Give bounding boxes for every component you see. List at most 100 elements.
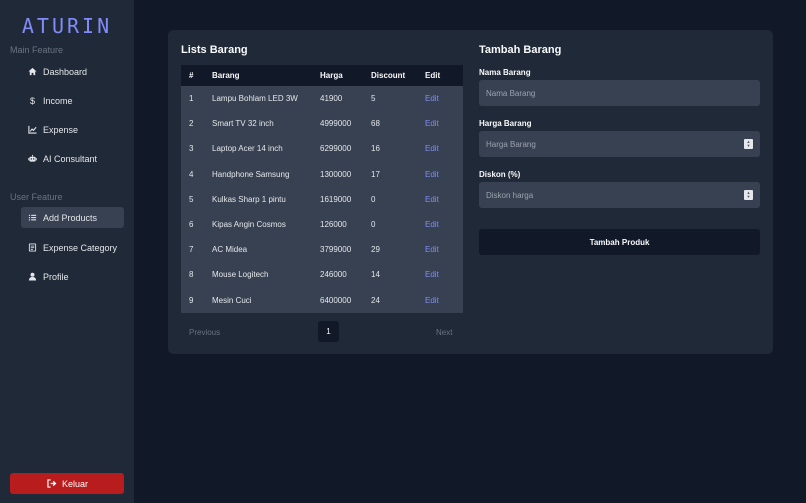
edit-link[interactable]: Edit	[417, 86, 463, 111]
product-price: 3799000	[320, 245, 352, 255]
sidebar-item-expense-category[interactable]: Expense Category	[21, 237, 124, 258]
column-header-number: #	[189, 71, 194, 80]
row-number: 3	[189, 144, 194, 154]
name-field-label: Nama Barang	[479, 68, 531, 77]
product-discount: 0	[371, 220, 376, 230]
sidebar-item-label: Add Products	[43, 212, 98, 223]
edit-link[interactable]: Edit	[417, 162, 463, 187]
home-icon	[25, 67, 40, 76]
table-row: 4 Handphone Samsung 1300000 17 Edit	[181, 161, 463, 187]
robot-icon	[25, 154, 40, 163]
table-row: 3 Laptop Acer 14 inch 6299000 16 Edit	[181, 136, 463, 162]
column-header-barang: Barang	[212, 71, 240, 80]
table-row: 5 Kulkas Sharp 1 pintu 1619000 0 Edit	[181, 186, 463, 212]
edit-link[interactable]: Edit	[417, 111, 463, 136]
form-title: Tambah Barang	[479, 44, 562, 56]
document-icon	[25, 243, 40, 252]
product-price-input[interactable]	[479, 131, 760, 157]
product-price: 4999000	[320, 119, 352, 129]
column-header-harga: Harga	[320, 71, 343, 80]
product-price: 6400000	[320, 295, 352, 305]
edit-link[interactable]: Edit	[417, 288, 463, 313]
price-spinner-icon[interactable]: ▲ ▼	[744, 139, 753, 149]
logout-button[interactable]: Keluar	[10, 473, 124, 494]
sidebar-item-label: Profile	[43, 271, 69, 282]
row-number: 1	[189, 94, 194, 104]
column-header-edit: Edit	[425, 71, 441, 80]
row-number: 4	[189, 169, 194, 179]
discount-field-label: Diskon (%)	[479, 170, 521, 179]
sidebar-item-income[interactable]: $ Income	[21, 90, 124, 111]
row-number: 6	[189, 220, 194, 230]
product-name: Handphone Samsung	[212, 169, 290, 179]
sidebar-item-label: Expense Category	[43, 242, 118, 253]
table-row: 1 Lampu Bohlam LED 3W 41900 5 Edit	[181, 86, 463, 112]
product-name: AC Midea	[212, 245, 248, 255]
product-discount-input[interactable]	[479, 182, 760, 208]
sidebar-item-label: Expense	[43, 124, 79, 135]
app-logo[interactable]: ATURIN	[0, 14, 134, 38]
discount-spinner-icon[interactable]: ▲ ▼	[744, 190, 753, 200]
chart-line-icon	[25, 125, 40, 134]
row-number: 9	[189, 295, 194, 305]
products-card: Lists Barang # Barang Harga Discount Edi…	[168, 30, 773, 354]
sidebar-item-profile[interactable]: Profile	[21, 266, 124, 287]
edit-link[interactable]: Edit	[417, 262, 463, 287]
product-name: Laptop Acer 14 inch	[212, 144, 283, 154]
sidebar-item-add-products[interactable]: Add Products	[21, 207, 124, 228]
section-label-main: Main Feature	[10, 45, 64, 55]
product-name: Lampu Bohlam LED 3W	[212, 94, 298, 104]
product-price: 41900	[320, 94, 343, 104]
product-name: Kulkas Sharp 1 pintu	[212, 194, 286, 204]
sidebar-item-label: Dashboard	[43, 66, 88, 77]
dollar-icon: $	[29, 95, 35, 106]
product-price: 1300000	[320, 169, 352, 179]
price-field-label: Harga Barang	[479, 119, 532, 128]
user-icon	[25, 272, 40, 281]
pagination-next[interactable]: Next	[436, 328, 452, 337]
pagination-previous[interactable]: Previous	[189, 328, 220, 337]
edit-link[interactable]: Edit	[417, 212, 463, 237]
table-row: 2 Smart TV 32 inch 4999000 68 Edit	[181, 111, 463, 137]
product-price: 126000	[320, 220, 347, 230]
table-row: 7 AC Midea 3799000 29 Edit	[181, 237, 463, 263]
logout-label: Keluar	[61, 478, 88, 489]
product-price: 1619000	[320, 194, 352, 204]
product-price: 246000	[320, 270, 347, 280]
table-row: 8 Mouse Logitech 246000 14 Edit	[181, 262, 463, 288]
product-discount: 0	[371, 194, 376, 204]
list-icon	[25, 213, 40, 222]
product-discount: 14	[371, 270, 380, 280]
table-row: 9 Mesin Cuci 6400000 24 Edit	[181, 287, 463, 313]
row-number: 7	[189, 245, 194, 255]
product-discount: 17	[371, 169, 380, 179]
product-discount: 5	[371, 94, 376, 104]
product-price: 6299000	[320, 144, 352, 154]
row-number: 2	[189, 119, 194, 129]
edit-link[interactable]: Edit	[417, 237, 463, 262]
product-discount: 16	[371, 144, 380, 154]
edit-link[interactable]: Edit	[417, 136, 463, 161]
product-discount: 68	[371, 119, 380, 129]
add-product-button[interactable]: Tambah Produk	[479, 229, 760, 255]
pagination-page-1[interactable]: 1	[318, 321, 339, 342]
sign-out-icon	[46, 479, 58, 488]
product-discount: 29	[371, 245, 380, 255]
sidebar-item-dashboard[interactable]: Dashboard	[21, 61, 124, 82]
sidebar: ATURIN Main Feature Dashboard $ Income E…	[0, 0, 134, 503]
products-table: # Barang Harga Discount Edit 1 Lampu Bohl…	[181, 65, 463, 313]
product-name: Mesin Cuci	[212, 295, 252, 305]
product-name: Kipas Angin Cosmos	[212, 220, 286, 230]
column-header-discount: Discount	[371, 71, 406, 80]
sidebar-item-label: AI Consultant	[43, 153, 98, 164]
edit-link[interactable]: Edit	[417, 187, 463, 212]
product-name: Mouse Logitech	[212, 270, 269, 280]
sidebar-item-ai-consultant[interactable]: AI Consultant	[21, 148, 124, 169]
table-header-row: # Barang Harga Discount Edit	[181, 65, 463, 86]
table-row: 6 Kipas Angin Cosmos 126000 0 Edit	[181, 211, 463, 238]
sidebar-item-expense[interactable]: Expense	[21, 119, 124, 140]
row-number: 5	[189, 194, 194, 204]
product-name: Smart TV 32 inch	[212, 119, 274, 129]
list-title: Lists Barang	[181, 44, 248, 56]
product-name-input[interactable]	[479, 80, 760, 106]
